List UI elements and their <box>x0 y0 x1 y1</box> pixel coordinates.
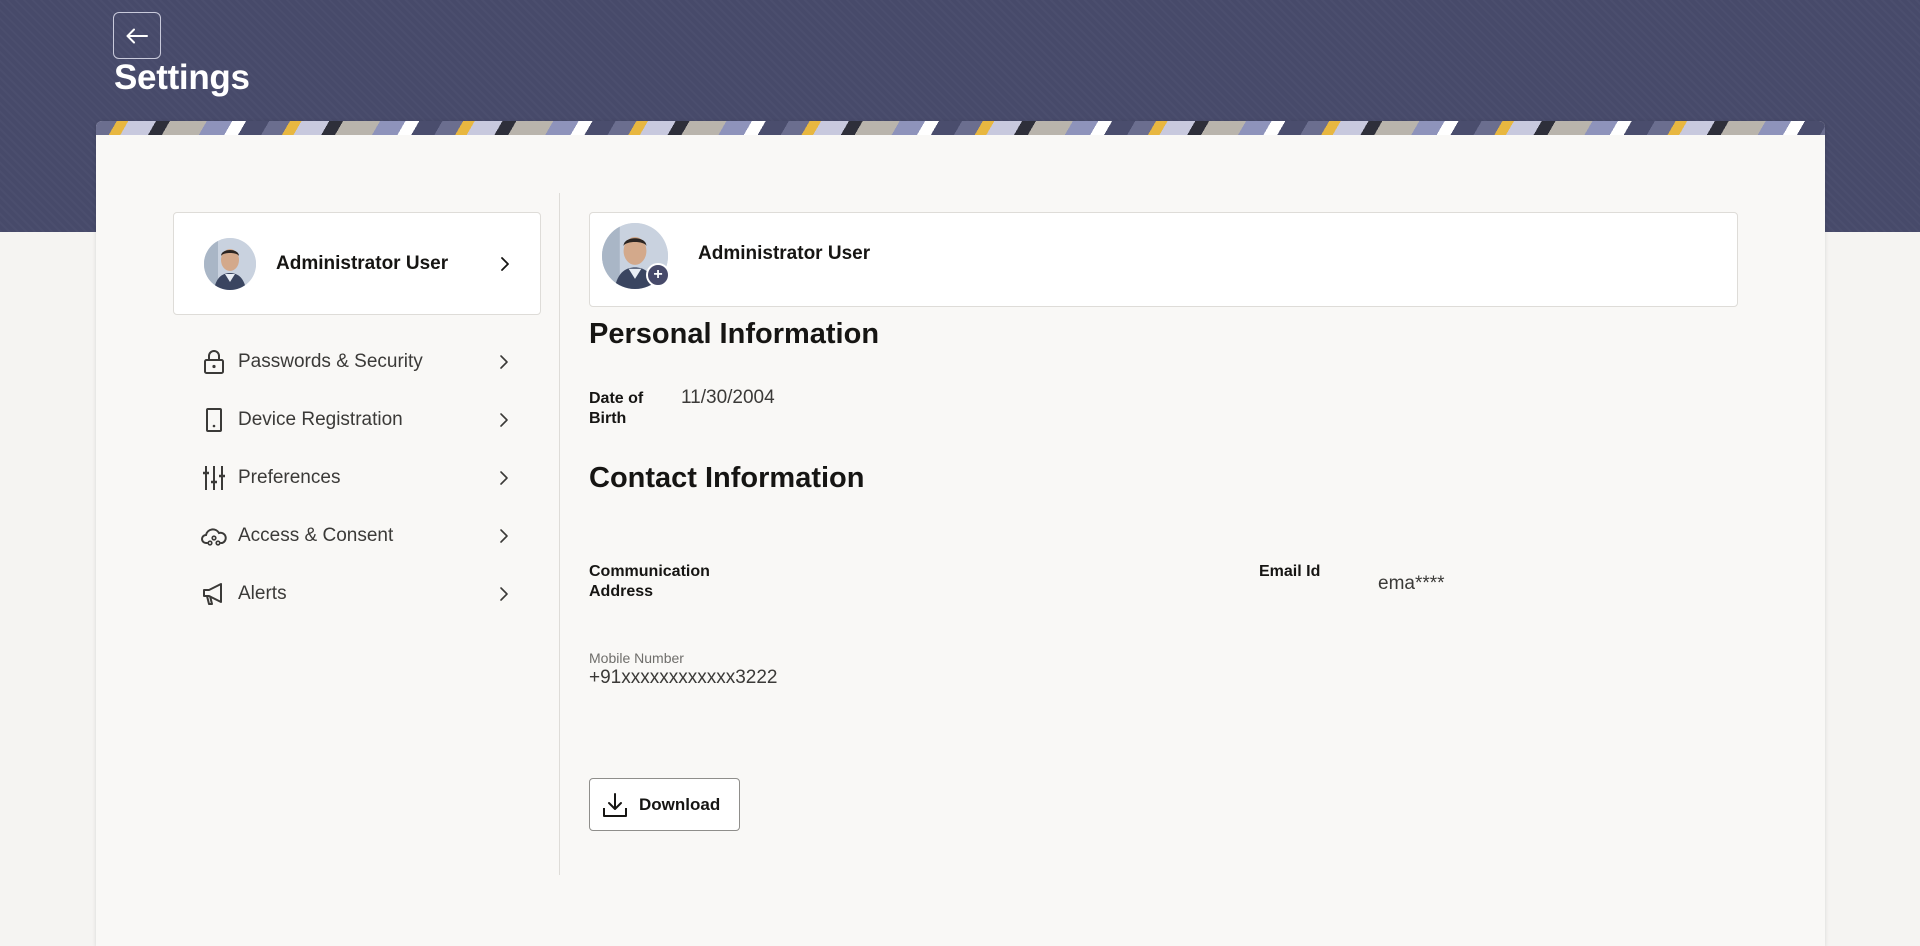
megaphone-icon <box>201 581 227 607</box>
mobile-label: Mobile Number <box>589 650 684 666</box>
decorative-banner <box>96 121 1825 135</box>
profile-header-card: + Administrator User <box>589 212 1738 307</box>
lock-icon <box>201 349 227 375</box>
sidebar-item-label: Device Registration <box>238 409 403 430</box>
sidebar-item-label: Passwords & Security <box>238 351 423 372</box>
dob-label: Date of Birth <box>589 389 643 429</box>
dob-label-line2: Birth <box>589 410 627 427</box>
sidebar-item-access-consent[interactable]: Access & Consent <box>201 507 521 565</box>
chevron-right-icon <box>500 529 508 543</box>
sidebar-profile-name: Administrator User <box>276 252 449 274</box>
download-icon <box>603 792 627 817</box>
sidebar-item-passwords-security[interactable]: Passwords & Security <box>201 333 521 391</box>
sidebar-item-preferences[interactable]: Preferences <box>201 449 521 507</box>
address-label: Communication Address <box>589 562 710 602</box>
sidebar-item-label: Preferences <box>238 467 341 488</box>
address-label-line2: Address <box>589 583 654 600</box>
sidebar-item-device-registration[interactable]: Device Registration <box>201 391 521 449</box>
download-button[interactable]: Download <box>589 778 740 831</box>
dob-label-line1: Date of <box>589 390 644 407</box>
chevron-right-icon <box>500 471 508 485</box>
profile-header-name: Administrator User <box>698 243 871 264</box>
personal-info-heading: Personal Information <box>589 318 880 350</box>
arrow-left-icon <box>126 28 148 43</box>
dob-value: 11/30/2004 <box>681 387 775 408</box>
back-button[interactable] <box>113 12 161 59</box>
page-title: Settings <box>114 58 250 97</box>
avatar: + <box>602 223 670 289</box>
sidebar-item-alerts[interactable]: Alerts <box>201 565 521 623</box>
mobile-value: +91xxxxxxxxxxxx3222 <box>589 667 778 688</box>
cloud-share-icon <box>201 523 227 549</box>
chevron-right-icon <box>500 587 508 601</box>
email-value: ema**** <box>1378 573 1445 594</box>
chevron-right-icon <box>500 413 508 427</box>
chevron-right-icon <box>501 256 509 271</box>
chevron-right-icon <box>500 355 508 369</box>
settings-nav: Passwords & Security Device Registration <box>201 333 521 623</box>
sidebar-profile-card[interactable]: Administrator User <box>173 212 541 315</box>
vertical-divider <box>559 193 560 875</box>
sidebar-item-label: Access & Consent <box>238 525 394 546</box>
address-label-line1: Communication <box>589 563 710 580</box>
sidebar-item-label: Alerts <box>238 583 287 604</box>
settings-card: Administrator User Passwords & Security <box>96 121 1825 946</box>
sliders-icon <box>201 465 227 491</box>
add-photo-button[interactable]: + <box>646 263 670 287</box>
download-label: Download <box>639 794 721 814</box>
contact-info-heading: Contact Information <box>589 462 865 494</box>
avatar <box>204 237 256 290</box>
mobile-device-icon <box>201 407 227 433</box>
email-label: Email Id <box>1259 563 1321 580</box>
